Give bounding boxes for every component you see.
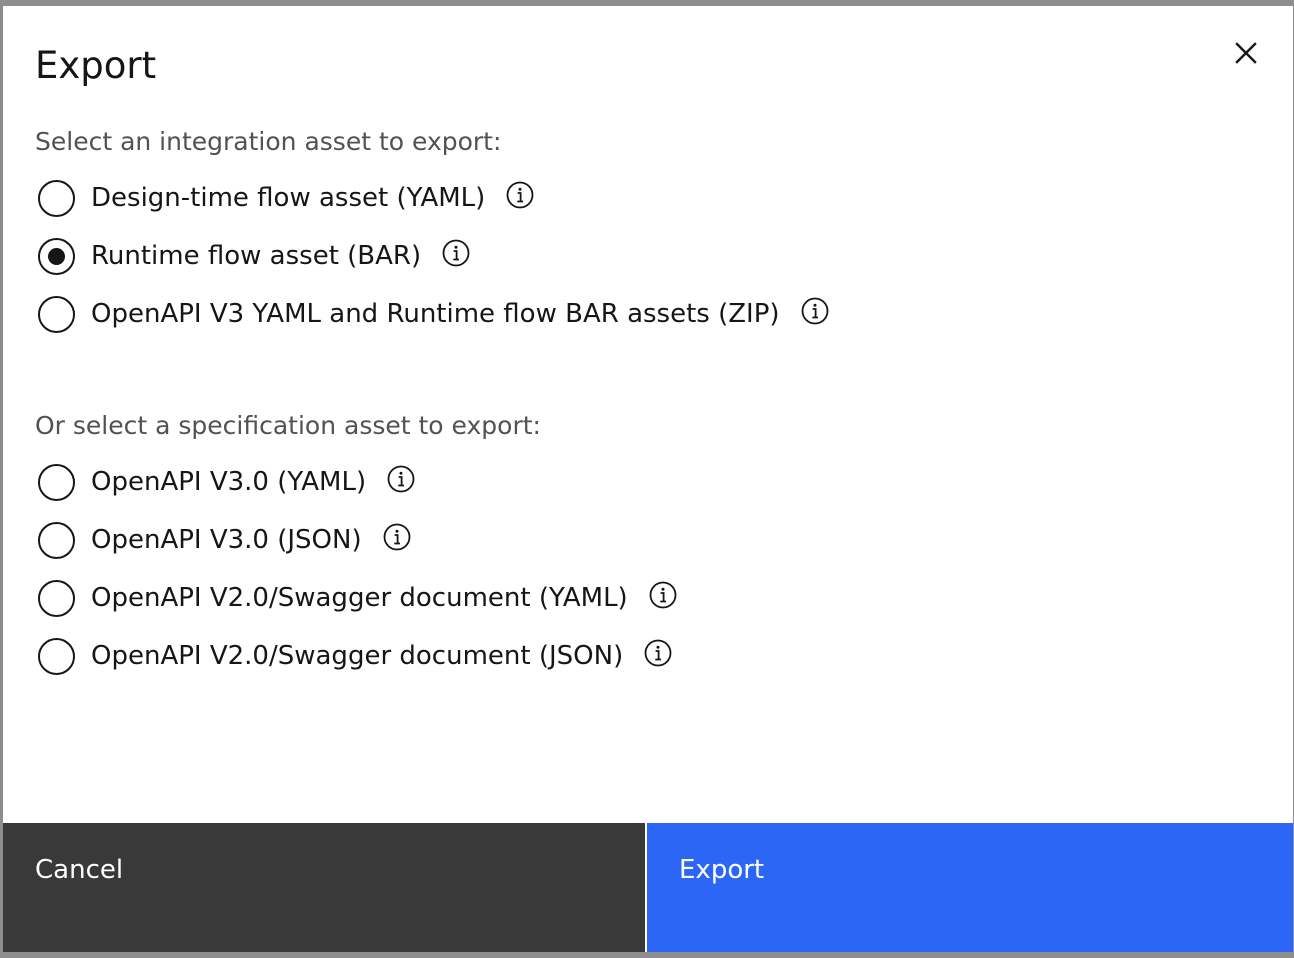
radio-label: Runtime flow asset (BAR) bbox=[91, 241, 422, 271]
radio-button[interactable] bbox=[38, 637, 75, 675]
radio-label: OpenAPI V2.0/Swagger document (JSON) bbox=[91, 641, 624, 671]
specification-section-label: Or select a specification asset to expor… bbox=[35, 411, 541, 440]
radio-button[interactable] bbox=[38, 579, 75, 617]
radio-design-time-flow-yaml[interactable]: Design-time flow asset (YAML) bbox=[38, 178, 535, 218]
radio-button[interactable] bbox=[38, 295, 75, 333]
info-icon[interactable] bbox=[800, 296, 830, 326]
close-icon bbox=[1235, 42, 1257, 64]
info-icon[interactable] bbox=[441, 238, 471, 268]
modal-title: Export bbox=[35, 44, 157, 87]
radio-label: OpenAPI V2.0/Swagger document (YAML) bbox=[91, 583, 628, 613]
radio-button[interactable] bbox=[38, 521, 75, 559]
info-icon[interactable] bbox=[643, 638, 673, 668]
radio-openapi-v30-json[interactable]: OpenAPI V3.0 (JSON) bbox=[38, 520, 412, 560]
radio-label: OpenAPI V3 YAML and Runtime flow BAR ass… bbox=[91, 299, 780, 329]
close-button[interactable] bbox=[1227, 34, 1265, 72]
radio-button[interactable] bbox=[38, 463, 75, 501]
radio-label: OpenAPI V3.0 (JSON) bbox=[91, 525, 362, 555]
radio-runtime-flow-bar[interactable]: Runtime flow asset (BAR) bbox=[38, 236, 471, 276]
info-icon[interactable] bbox=[382, 522, 412, 552]
export-modal: Export Select an integration asset to ex… bbox=[3, 6, 1293, 952]
radio-openapi-v20-swagger-json[interactable]: OpenAPI V2.0/Swagger document (JSON) bbox=[38, 636, 673, 676]
radio-openapi-v3-zip[interactable]: OpenAPI V3 YAML and Runtime flow BAR ass… bbox=[38, 294, 830, 334]
export-button[interactable]: Export bbox=[645, 823, 1293, 952]
radio-label: OpenAPI V3.0 (YAML) bbox=[91, 467, 367, 497]
radio-button[interactable] bbox=[38, 179, 75, 217]
info-icon[interactable] bbox=[386, 464, 416, 494]
integration-section-label: Select an integration asset to export: bbox=[35, 127, 502, 156]
radio-label: Design-time flow asset (YAML) bbox=[91, 183, 486, 213]
radio-button-selected[interactable] bbox=[38, 237, 75, 275]
radio-openapi-v30-yaml[interactable]: OpenAPI V3.0 (YAML) bbox=[38, 462, 416, 502]
modal-footer: Cancel Export bbox=[3, 823, 1293, 952]
radio-selected-dot bbox=[48, 247, 65, 265]
info-icon[interactable] bbox=[648, 580, 678, 610]
info-icon[interactable] bbox=[505, 180, 535, 210]
cancel-button[interactable]: Cancel bbox=[3, 823, 645, 952]
radio-openapi-v20-swagger-yaml[interactable]: OpenAPI V2.0/Swagger document (YAML) bbox=[38, 578, 678, 618]
